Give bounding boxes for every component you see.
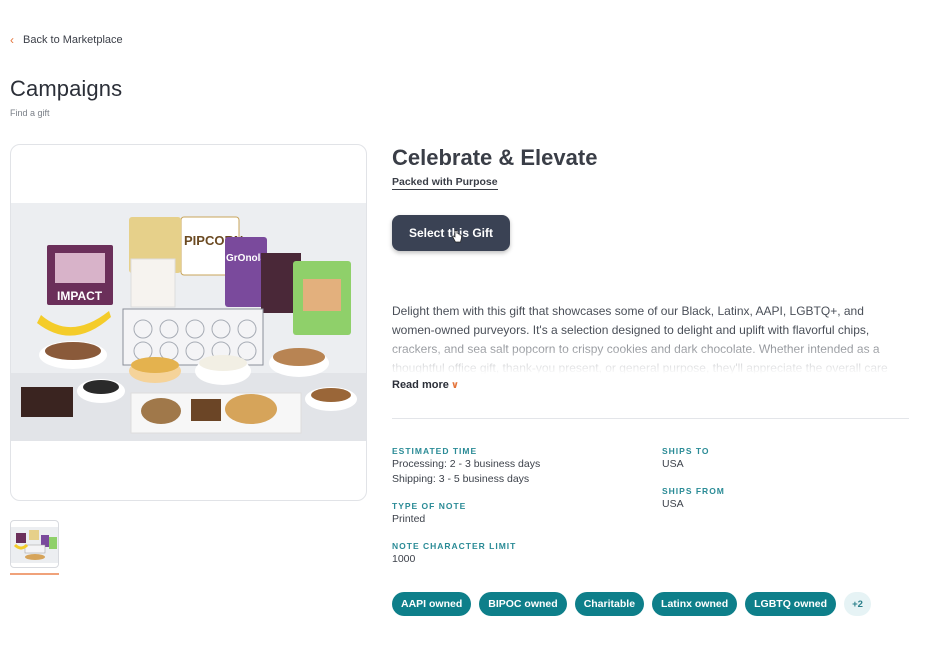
description-fade [392,338,907,374]
select-gift-button[interactable]: Select this Gift [392,215,510,251]
chevron-down-icon: ∨ [450,379,459,391]
chevron-left-icon: ‹ [10,33,14,47]
gift-title: Celebrate & Elevate [392,145,598,170]
processing-time: Processing: 2 - 3 business days [392,458,541,470]
note-limit-value: 1000 [392,553,416,565]
tag-list: AAPI owned BIPOC owned Charitable Latinx… [392,592,871,616]
page-subtitle: Find a gift [10,108,50,118]
tag-charitable[interactable]: Charitable [574,592,645,616]
shipping-time: Shipping: 3 - 5 business days [392,473,530,485]
estimated-time-label: ESTIMATED TIME [392,446,478,456]
svg-text:IMPACT: IMPACT [57,289,103,303]
product-thumbnail[interactable] [10,520,59,568]
section-divider [392,418,909,419]
product-image-card: IMPACT PIPCORN GrOnola [10,144,367,501]
tag-bipoc-owned[interactable]: BIPOC owned [479,592,567,616]
type-of-note-label: TYPE OF NOTE [392,501,467,511]
ships-to-label: SHIPS TO [662,446,710,456]
thumbnail-image [11,527,58,563]
page-title: Campaigns [10,76,123,101]
type-of-note-value: Printed [392,513,426,525]
vendor-link[interactable]: Packed with Purpose [392,176,498,190]
back-to-marketplace-link[interactable]: ‹ Back to Marketplace [10,34,123,46]
tag-lgbtq-owned[interactable]: LGBTQ owned [745,592,837,616]
back-link-label: Back to Marketplace [23,34,123,46]
tag-aapi-owned[interactable]: AAPI owned [392,592,472,616]
more-tags-button[interactable]: +2 [844,592,871,616]
read-more-button[interactable]: Read more ∨ [392,379,459,391]
gift-basket-image: IMPACT PIPCORN GrOnola [11,203,366,441]
read-more-label: Read more [392,379,449,391]
ships-from-value: USA [662,498,684,510]
tag-latinx-owned[interactable]: Latinx owned [652,592,738,616]
svg-text:GrOnola: GrOnola [226,253,266,264]
ships-to-value: USA [662,458,684,470]
ships-from-label: SHIPS FROM [662,486,725,496]
note-limit-label: NOTE CHARACTER LIMIT [392,541,517,551]
hand-cursor-icon [452,230,462,243]
thumbnail-active-indicator [10,573,59,575]
